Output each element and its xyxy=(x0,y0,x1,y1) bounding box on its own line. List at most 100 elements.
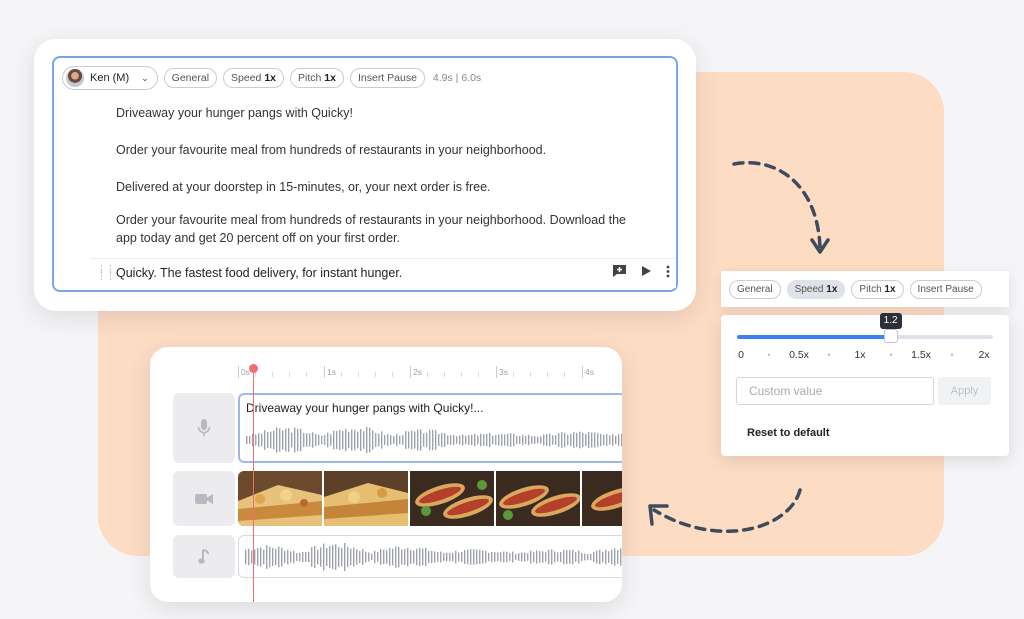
script-editor-card: Ken (M) ⌄ General Speed 1x Pitch 1x Inse… xyxy=(34,39,696,311)
active-line-text[interactable]: Quicky. The fastest food delivery, for i… xyxy=(116,266,402,280)
waveform-bar xyxy=(267,431,269,449)
custom-value-input[interactable] xyxy=(736,377,934,405)
voice-clip[interactable]: Driveaway your hunger pangs with Quicky!… xyxy=(238,393,622,463)
waveform-bar xyxy=(309,433,311,447)
waveform-bar xyxy=(299,552,301,562)
waveform-bar xyxy=(362,549,364,565)
waveform-bar xyxy=(374,550,376,564)
speed-tag-active[interactable]: Speed 1x xyxy=(786,279,846,299)
waveform-bar xyxy=(615,435,617,445)
waveform-bar xyxy=(393,436,395,444)
waveform-bar xyxy=(534,436,536,444)
waveform-bar xyxy=(468,435,470,445)
waveform-bar xyxy=(539,551,541,563)
time-ruler[interactable]: 0s 1s 2s 3s 4s xyxy=(238,360,622,380)
waveform-bar xyxy=(551,549,553,565)
ruler-tick xyxy=(255,372,256,377)
waveform-bar xyxy=(377,552,379,562)
waveform-bar xyxy=(434,551,436,563)
playhead-handle[interactable] xyxy=(249,364,258,373)
waveform-bar xyxy=(519,436,521,444)
general-tag[interactable]: General xyxy=(163,68,218,88)
duration-readout: 4.9s | 6.0s xyxy=(432,72,482,84)
speed-slider[interactable]: 1.2 xyxy=(737,313,993,343)
ruler-tick xyxy=(478,372,479,377)
waveform-bar xyxy=(518,553,520,561)
waveform-bar xyxy=(561,432,563,448)
speed-popover: 1.2 0 • 0.5x • 1x • 1.5x • 2x Apply Rese… xyxy=(721,313,1009,456)
waveform-bar xyxy=(543,434,545,446)
waveform-bar xyxy=(507,433,509,447)
playhead[interactable] xyxy=(249,364,258,602)
waveform-bar xyxy=(365,551,367,563)
waveform-bar xyxy=(275,548,277,566)
ruler-tick xyxy=(427,372,428,377)
insert-pause-tag[interactable]: Insert Pause xyxy=(349,68,425,88)
video-clip[interactable] xyxy=(238,471,622,526)
waveform-bar xyxy=(432,429,434,451)
waveform-bar xyxy=(458,552,460,562)
pitch-tag[interactable]: Pitch 1x xyxy=(290,68,344,88)
apply-button[interactable]: Apply xyxy=(938,377,991,405)
add-comment-icon[interactable] xyxy=(612,264,627,278)
video-frame-thumbnail xyxy=(238,471,322,526)
speed-slider-thumb[interactable] xyxy=(883,329,898,343)
general-tag[interactable]: General xyxy=(729,279,781,299)
waveform-bar xyxy=(389,548,391,566)
active-script-line[interactable]: ⋮⋮ ⋮⋮ Quicky. The fastest food delivery, … xyxy=(90,258,676,288)
music-clip[interactable] xyxy=(238,535,622,578)
speed-tag[interactable]: Speed 1x xyxy=(223,68,285,88)
waveform-bar xyxy=(588,431,590,449)
waveform-bar xyxy=(474,433,476,447)
waveform-bar xyxy=(318,434,320,446)
script-line[interactable]: Order your favourite meal from hundreds … xyxy=(116,211,636,247)
video-track-header[interactable] xyxy=(173,471,235,526)
play-icon[interactable] xyxy=(641,265,652,277)
waveform-bar xyxy=(404,549,406,565)
waveform-bar xyxy=(555,435,557,445)
script-line[interactable]: Driveaway your hunger pangs with Quicky! xyxy=(116,104,636,122)
waveform-bar xyxy=(570,433,572,447)
speed-slider-tooltip: 1.2 xyxy=(879,313,902,329)
waveform-bar xyxy=(420,429,422,451)
waveform-bar xyxy=(446,552,448,562)
music-track-header[interactable] xyxy=(173,535,235,578)
waveform-bar xyxy=(261,433,263,447)
script-block[interactable]: Ken (M) ⌄ General Speed 1x Pitch 1x Inse… xyxy=(52,56,678,292)
waveform-bar xyxy=(521,552,523,562)
waveform-bar xyxy=(549,433,551,447)
waveform-bar xyxy=(353,547,355,567)
waveform-bar xyxy=(600,433,602,447)
waveform-bar xyxy=(336,430,338,450)
waveform-bar xyxy=(285,428,287,452)
waveform-bar xyxy=(426,432,428,448)
tick-dot: • xyxy=(767,350,771,360)
voice-waveform xyxy=(246,426,622,454)
waveform-bar xyxy=(462,434,464,446)
voice-track-header[interactable] xyxy=(173,393,235,463)
waveform-bar xyxy=(390,435,392,445)
waveform-bar xyxy=(311,547,313,567)
waveform-bar xyxy=(563,549,565,565)
reset-to-default-button[interactable]: Reset to default xyxy=(747,427,830,439)
waveform-bar xyxy=(399,435,401,445)
waveform-bar xyxy=(548,549,550,565)
ruler-tick xyxy=(444,372,445,377)
insert-pause-tag[interactable]: Insert Pause xyxy=(909,279,982,299)
pitch-tag[interactable]: Pitch 1x xyxy=(851,279,904,299)
waveform-bar xyxy=(282,430,284,450)
drag-handle-icon[interactable]: ⋮⋮ ⋮⋮ xyxy=(96,265,116,282)
script-line[interactable]: Order your favourite meal from hundreds … xyxy=(116,141,636,159)
ruler-tick xyxy=(272,372,273,377)
waveform-bar xyxy=(447,435,449,445)
voice-select[interactable]: Ken (M) ⌄ xyxy=(62,66,158,90)
waveform-bar xyxy=(419,547,421,567)
waveform-bar xyxy=(348,431,350,449)
waveform-bar xyxy=(402,435,404,445)
more-options-icon[interactable] xyxy=(666,265,670,278)
waveform-bar xyxy=(564,432,566,448)
script-line[interactable]: Delivered at your doorstep in 15-minutes… xyxy=(116,178,636,196)
waveform-bar xyxy=(272,547,274,567)
waveform-bar xyxy=(264,430,266,450)
timeline: 0s 1s 2s 3s 4s Driveaway your hunger pan… xyxy=(166,360,622,602)
